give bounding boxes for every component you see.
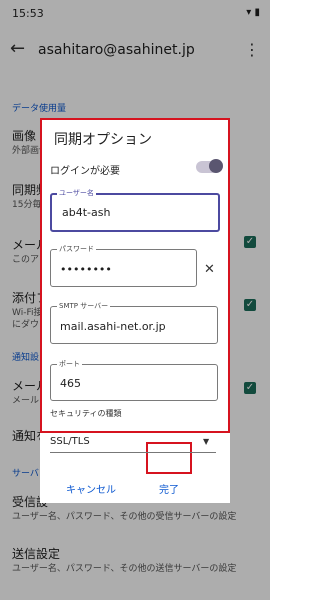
clear-icon[interactable]: ✕ [204,262,215,277]
security-type-label: セキュリティの種類 [50,409,122,418]
password-value[interactable]: •••••••• [60,263,112,276]
sync-options-dialog: 同期オプション ログインが必要 ユーザー名 ab4t-ash パスワード •••… [40,118,230,503]
dropdown-arrow-icon[interactable]: ▼ [203,437,209,446]
username-label: ユーザー名 [57,188,96,198]
security-type-value[interactable]: SSL/TLS [50,436,90,447]
login-switch-thumb[interactable] [209,159,223,173]
password-label: パスワード [57,244,96,254]
port-label: ポート [57,359,82,369]
smtp-value[interactable]: mail.asahi-net.or.jp [60,320,166,333]
username-value[interactable]: ab4t-ash [62,206,110,219]
login-required-label: ログインが必要 [50,166,120,177]
smtp-label: SMTP サーバー [57,301,111,311]
dialog-title: 同期オプション [54,132,152,148]
highlight-box-done [146,442,192,474]
security-type-underline [50,452,216,453]
cancel-button[interactable]: キャンセル [66,481,116,496]
done-button[interactable]: 完了 [159,481,179,496]
port-value[interactable]: 465 [60,377,81,390]
